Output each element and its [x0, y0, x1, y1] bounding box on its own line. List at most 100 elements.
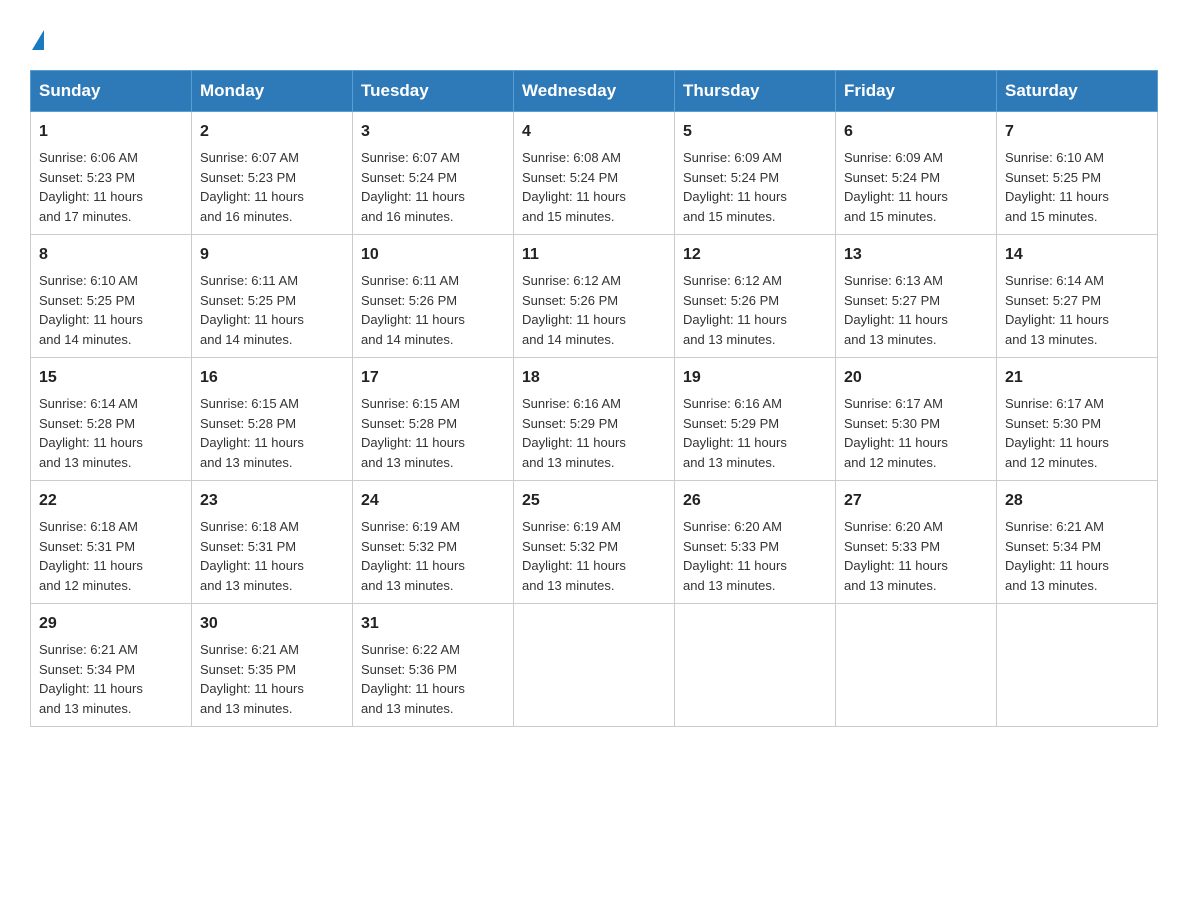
- day-info: Sunrise: 6:13 AM Sunset: 5:27 PM Dayligh…: [844, 271, 988, 349]
- day-number: 19: [683, 366, 827, 390]
- calendar-cell: 2 Sunrise: 6:07 AM Sunset: 5:23 PM Dayli…: [192, 112, 353, 235]
- logo: [30, 30, 44, 50]
- day-number: 11: [522, 243, 666, 267]
- calendar-cell: 4 Sunrise: 6:08 AM Sunset: 5:24 PM Dayli…: [514, 112, 675, 235]
- header-saturday: Saturday: [997, 71, 1158, 112]
- logo-triangle-icon: [32, 30, 44, 50]
- calendar-cell: 25 Sunrise: 6:19 AM Sunset: 5:32 PM Dayl…: [514, 481, 675, 604]
- header-tuesday: Tuesday: [353, 71, 514, 112]
- day-info: Sunrise: 6:21 AM Sunset: 5:34 PM Dayligh…: [1005, 517, 1149, 595]
- day-number: 23: [200, 489, 344, 513]
- calendar-cell: 8 Sunrise: 6:10 AM Sunset: 5:25 PM Dayli…: [31, 235, 192, 358]
- calendar-cell: 5 Sunrise: 6:09 AM Sunset: 5:24 PM Dayli…: [675, 112, 836, 235]
- page-header: [30, 30, 1158, 50]
- calendar-cell: 12 Sunrise: 6:12 AM Sunset: 5:26 PM Dayl…: [675, 235, 836, 358]
- header-monday: Monday: [192, 71, 353, 112]
- day-number: 1: [39, 120, 183, 144]
- day-info: Sunrise: 6:16 AM Sunset: 5:29 PM Dayligh…: [683, 394, 827, 472]
- calendar-cell: 14 Sunrise: 6:14 AM Sunset: 5:27 PM Dayl…: [997, 235, 1158, 358]
- day-number: 12: [683, 243, 827, 267]
- day-info: Sunrise: 6:11 AM Sunset: 5:26 PM Dayligh…: [361, 271, 505, 349]
- calendar-cell: 28 Sunrise: 6:21 AM Sunset: 5:34 PM Dayl…: [997, 481, 1158, 604]
- week-row-2: 8 Sunrise: 6:10 AM Sunset: 5:25 PM Dayli…: [31, 235, 1158, 358]
- day-number: 31: [361, 612, 505, 636]
- header-row: SundayMondayTuesdayWednesdayThursdayFrid…: [31, 71, 1158, 112]
- day-info: Sunrise: 6:18 AM Sunset: 5:31 PM Dayligh…: [39, 517, 183, 595]
- day-info: Sunrise: 6:14 AM Sunset: 5:27 PM Dayligh…: [1005, 271, 1149, 349]
- day-info: Sunrise: 6:20 AM Sunset: 5:33 PM Dayligh…: [683, 517, 827, 595]
- calendar-cell: [836, 604, 997, 727]
- day-number: 29: [39, 612, 183, 636]
- day-number: 26: [683, 489, 827, 513]
- calendar-cell: 3 Sunrise: 6:07 AM Sunset: 5:24 PM Dayli…: [353, 112, 514, 235]
- day-number: 2: [200, 120, 344, 144]
- day-info: Sunrise: 6:18 AM Sunset: 5:31 PM Dayligh…: [200, 517, 344, 595]
- day-number: 20: [844, 366, 988, 390]
- day-number: 24: [361, 489, 505, 513]
- header-thursday: Thursday: [675, 71, 836, 112]
- day-info: Sunrise: 6:21 AM Sunset: 5:34 PM Dayligh…: [39, 640, 183, 718]
- day-number: 4: [522, 120, 666, 144]
- day-number: 22: [39, 489, 183, 513]
- calendar-cell: 10 Sunrise: 6:11 AM Sunset: 5:26 PM Dayl…: [353, 235, 514, 358]
- day-info: Sunrise: 6:17 AM Sunset: 5:30 PM Dayligh…: [844, 394, 988, 472]
- day-number: 9: [200, 243, 344, 267]
- day-info: Sunrise: 6:19 AM Sunset: 5:32 PM Dayligh…: [361, 517, 505, 595]
- calendar-cell: 11 Sunrise: 6:12 AM Sunset: 5:26 PM Dayl…: [514, 235, 675, 358]
- calendar-cell: 15 Sunrise: 6:14 AM Sunset: 5:28 PM Dayl…: [31, 358, 192, 481]
- day-info: Sunrise: 6:15 AM Sunset: 5:28 PM Dayligh…: [200, 394, 344, 472]
- calendar-cell: 20 Sunrise: 6:17 AM Sunset: 5:30 PM Dayl…: [836, 358, 997, 481]
- calendar-cell: 17 Sunrise: 6:15 AM Sunset: 5:28 PM Dayl…: [353, 358, 514, 481]
- day-info: Sunrise: 6:07 AM Sunset: 5:23 PM Dayligh…: [200, 148, 344, 226]
- calendar-cell: 6 Sunrise: 6:09 AM Sunset: 5:24 PM Dayli…: [836, 112, 997, 235]
- calendar-cell: 19 Sunrise: 6:16 AM Sunset: 5:29 PM Dayl…: [675, 358, 836, 481]
- calendar-cell: 16 Sunrise: 6:15 AM Sunset: 5:28 PM Dayl…: [192, 358, 353, 481]
- day-number: 13: [844, 243, 988, 267]
- calendar-table: SundayMondayTuesdayWednesdayThursdayFrid…: [30, 70, 1158, 727]
- week-row-1: 1 Sunrise: 6:06 AM Sunset: 5:23 PM Dayli…: [31, 112, 1158, 235]
- day-info: Sunrise: 6:10 AM Sunset: 5:25 PM Dayligh…: [1005, 148, 1149, 226]
- calendar-cell: 23 Sunrise: 6:18 AM Sunset: 5:31 PM Dayl…: [192, 481, 353, 604]
- day-number: 8: [39, 243, 183, 267]
- calendar-cell: 27 Sunrise: 6:20 AM Sunset: 5:33 PM Dayl…: [836, 481, 997, 604]
- calendar-cell: 30 Sunrise: 6:21 AM Sunset: 5:35 PM Dayl…: [192, 604, 353, 727]
- day-info: Sunrise: 6:22 AM Sunset: 5:36 PM Dayligh…: [361, 640, 505, 718]
- day-info: Sunrise: 6:21 AM Sunset: 5:35 PM Dayligh…: [200, 640, 344, 718]
- day-number: 28: [1005, 489, 1149, 513]
- day-info: Sunrise: 6:15 AM Sunset: 5:28 PM Dayligh…: [361, 394, 505, 472]
- day-info: Sunrise: 6:12 AM Sunset: 5:26 PM Dayligh…: [683, 271, 827, 349]
- day-number: 18: [522, 366, 666, 390]
- day-info: Sunrise: 6:10 AM Sunset: 5:25 PM Dayligh…: [39, 271, 183, 349]
- day-number: 6: [844, 120, 988, 144]
- day-info: Sunrise: 6:08 AM Sunset: 5:24 PM Dayligh…: [522, 148, 666, 226]
- day-number: 27: [844, 489, 988, 513]
- calendar-cell: 9 Sunrise: 6:11 AM Sunset: 5:25 PM Dayli…: [192, 235, 353, 358]
- day-number: 14: [1005, 243, 1149, 267]
- calendar-cell: 22 Sunrise: 6:18 AM Sunset: 5:31 PM Dayl…: [31, 481, 192, 604]
- calendar-cell: [514, 604, 675, 727]
- day-number: 25: [522, 489, 666, 513]
- header-sunday: Sunday: [31, 71, 192, 112]
- day-number: 3: [361, 120, 505, 144]
- day-info: Sunrise: 6:19 AM Sunset: 5:32 PM Dayligh…: [522, 517, 666, 595]
- calendar-cell: 13 Sunrise: 6:13 AM Sunset: 5:27 PM Dayl…: [836, 235, 997, 358]
- calendar-cell: 26 Sunrise: 6:20 AM Sunset: 5:33 PM Dayl…: [675, 481, 836, 604]
- calendar-cell: 18 Sunrise: 6:16 AM Sunset: 5:29 PM Dayl…: [514, 358, 675, 481]
- calendar-cell: [997, 604, 1158, 727]
- day-info: Sunrise: 6:09 AM Sunset: 5:24 PM Dayligh…: [683, 148, 827, 226]
- header-wednesday: Wednesday: [514, 71, 675, 112]
- day-number: 15: [39, 366, 183, 390]
- day-number: 10: [361, 243, 505, 267]
- day-info: Sunrise: 6:12 AM Sunset: 5:26 PM Dayligh…: [522, 271, 666, 349]
- calendar-cell: 7 Sunrise: 6:10 AM Sunset: 5:25 PM Dayli…: [997, 112, 1158, 235]
- calendar-cell: 31 Sunrise: 6:22 AM Sunset: 5:36 PM Dayl…: [353, 604, 514, 727]
- day-info: Sunrise: 6:17 AM Sunset: 5:30 PM Dayligh…: [1005, 394, 1149, 472]
- day-info: Sunrise: 6:11 AM Sunset: 5:25 PM Dayligh…: [200, 271, 344, 349]
- calendar-cell: 24 Sunrise: 6:19 AM Sunset: 5:32 PM Dayl…: [353, 481, 514, 604]
- week-row-4: 22 Sunrise: 6:18 AM Sunset: 5:31 PM Dayl…: [31, 481, 1158, 604]
- week-row-5: 29 Sunrise: 6:21 AM Sunset: 5:34 PM Dayl…: [31, 604, 1158, 727]
- header-friday: Friday: [836, 71, 997, 112]
- day-number: 7: [1005, 120, 1149, 144]
- day-number: 21: [1005, 366, 1149, 390]
- day-number: 5: [683, 120, 827, 144]
